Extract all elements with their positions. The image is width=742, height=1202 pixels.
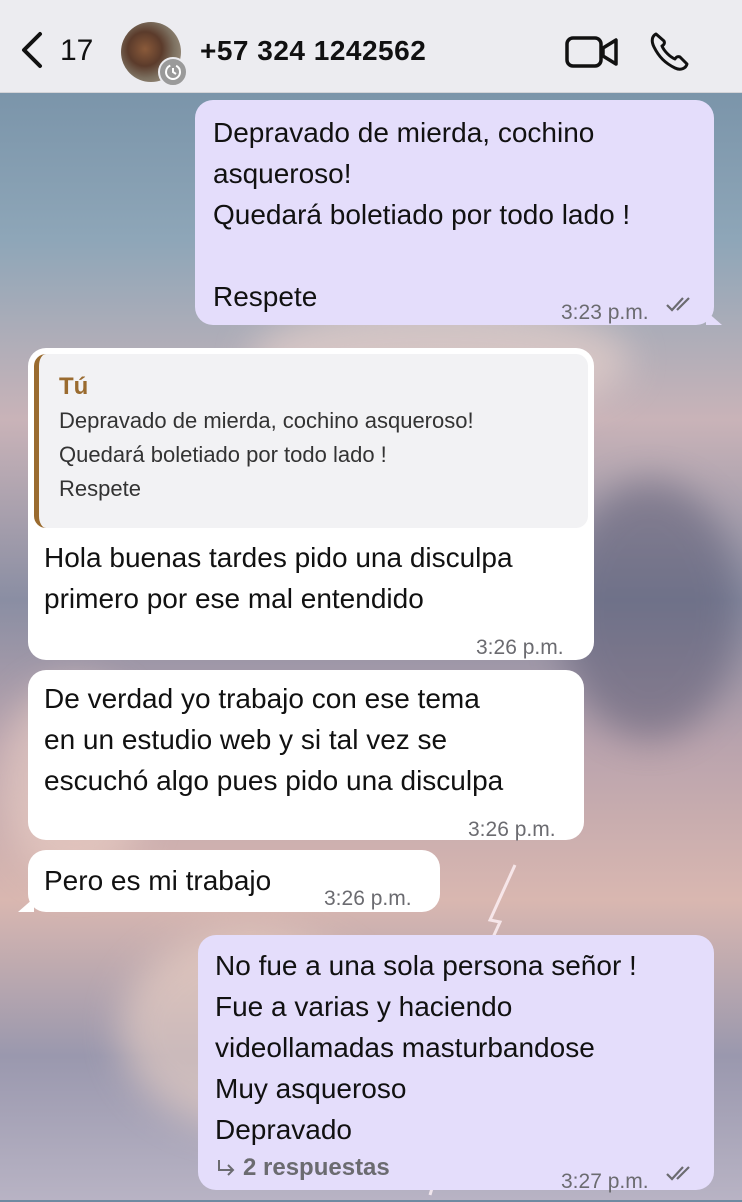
unread-count[interactable]: 17 (60, 34, 93, 68)
message-line: Hola buenas tardes pido una disculpa (44, 542, 513, 573)
message-line: primero por ese mal entendido (44, 583, 424, 614)
quote-author: Tú (59, 373, 89, 400)
contact-name[interactable]: +57 324 1242562 (200, 35, 426, 67)
message-time: 3:27 p.m. (561, 1170, 649, 1193)
double-check-icon (666, 1166, 690, 1181)
quote-line: Depravado de mierda, cochino asqueroso! (59, 408, 474, 433)
message-time: 3:23 p.m. (561, 301, 649, 324)
incoming-message[interactable]: De verdad yo trabajo con ese tema en un … (28, 670, 584, 841)
quote-line: Quedará boletiado por todo lado ! (59, 442, 387, 467)
phone-icon[interactable] (648, 30, 690, 72)
bubble-tail (706, 311, 722, 325)
message-line: asqueroso! (213, 158, 352, 189)
message-line: Depravado de mierda, cochino (213, 117, 595, 148)
message-time: 3:26 p.m. (476, 636, 564, 659)
message-line: De verdad yo trabajo con ese tema (44, 683, 480, 714)
thread-replies-link[interactable]: 2 respuestas (215, 1147, 390, 1188)
message-line: videollamadas masturbandose (215, 1032, 595, 1063)
outgoing-message[interactable]: No fue a una sola persona señor ! Fue a … (198, 935, 714, 1193)
message-line: Muy asqueroso (215, 1073, 407, 1104)
disappearing-timer-icon (158, 57, 188, 87)
bubble-tail (18, 898, 34, 912)
chevron-left-icon[interactable] (18, 30, 48, 70)
quote-line: Respete (59, 476, 141, 501)
message-line: Fue a varias y haciendo (215, 991, 513, 1022)
quoted-reply[interactable]: Tú Depravado de mierda, cochino asqueros… (34, 354, 588, 528)
message-time: 3:26 p.m. (324, 887, 412, 910)
message-line: No fue a una sola persona señor ! (215, 950, 637, 981)
outgoing-message[interactable]: Depravado de mierda, cochino asqueroso! … (195, 100, 714, 325)
incoming-message[interactable]: Tú Depravado de mierda, cochino asqueros… (28, 348, 594, 660)
replies-count: 2 respuestas (243, 1154, 390, 1181)
incoming-message[interactable]: Pero es mi trabajo 3:26 p.m. (28, 850, 440, 912)
message-line: en un estudio web y si tal vez se (44, 724, 448, 755)
reply-arrow-icon (218, 1159, 235, 1176)
video-camera-icon[interactable] (565, 34, 619, 70)
message-time: 3:26 p.m. (468, 818, 556, 841)
message-line: Quedará boletiado por todo lado ! (213, 199, 631, 230)
chat-header: 17 +57 324 1242562 (0, 0, 742, 93)
message-line (213, 235, 696, 276)
double-check-icon (666, 297, 690, 312)
message-line: escuchó algo pues pido una disculpa (44, 765, 504, 796)
message-line: Depravado (215, 1114, 352, 1145)
